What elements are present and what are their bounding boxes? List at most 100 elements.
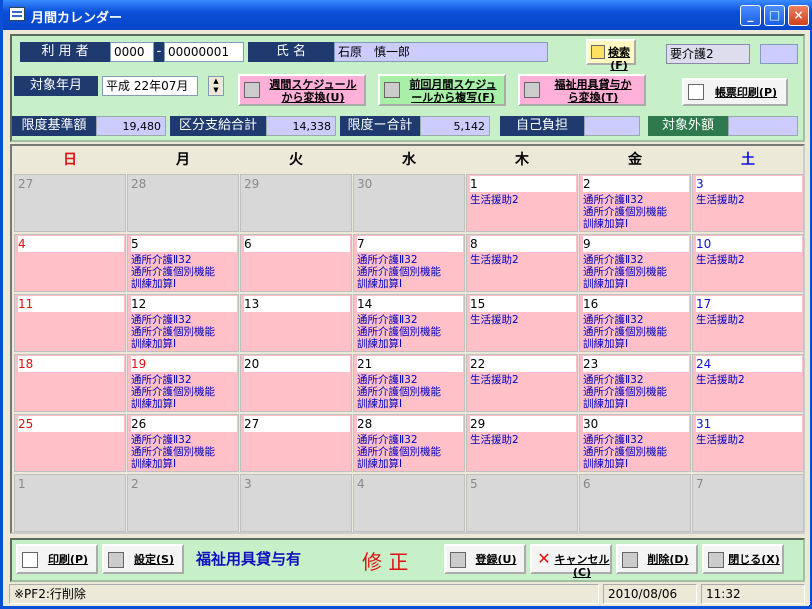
day-number: 30 [357, 176, 463, 192]
calendar-day-cell[interactable]: 3 [240, 474, 352, 532]
calendar-day-cell[interactable]: 18 [14, 354, 126, 412]
calendar-day-cell[interactable]: 20 [240, 354, 352, 412]
service-entries: 通所介護Ⅱ32 通所介護個別機能 訓練加算Ⅰ [357, 374, 463, 410]
day-number: 21 [357, 356, 463, 372]
calendar-day-cell[interactable]: 6 [240, 234, 352, 292]
calendar-day-cell[interactable]: 2 [127, 474, 239, 532]
calendar-day-cell[interactable]: 12 通所介護Ⅱ32 通所介護個別機能 訓練加算Ⅰ [127, 294, 239, 352]
service-entries: 通所介護Ⅱ32 通所介護個別機能 訓練加算Ⅰ [583, 314, 689, 350]
service-entry: 訓練加算Ⅰ [583, 278, 629, 290]
print-button[interactable]: 印刷(P) [16, 544, 98, 574]
calendar-day-cell[interactable]: 27 [240, 414, 352, 472]
search-button[interactable]: 検索(F) [586, 39, 636, 72]
calendar-day-cell[interactable]: 27 [14, 174, 126, 232]
service-entry: 通所介護Ⅱ32 [583, 374, 644, 386]
calendar-day-cell[interactable]: 10 生活援助2 [692, 234, 804, 292]
target-month-label: 対象年月 [14, 76, 98, 96]
month-spinner[interactable]: ▲ ▼ [208, 76, 224, 96]
calendar-day-cell[interactable]: 6 [579, 474, 691, 532]
excluded-value [728, 116, 798, 136]
convert-weekly-schedule-button[interactable]: 週間スケジュール から変換(U) [238, 74, 366, 106]
service-entries: 通所介護Ⅱ32 通所介護個別機能 訓練加算Ⅰ [357, 254, 463, 290]
calendar-day-cell[interactable]: 1 [14, 474, 126, 532]
service-entries: 通所介護Ⅱ32 通所介護個別機能 訓練加算Ⅰ [131, 374, 237, 410]
user-code2-field[interactable]: 00000001 [164, 42, 244, 62]
printer-icon [108, 552, 124, 568]
cancel-button[interactable]: ✕ キャンセル(C) [530, 544, 612, 579]
calendar-day-cell[interactable]: 1 生活援助2 [466, 174, 578, 232]
weekday-header: 土 [741, 152, 755, 168]
document-icon [688, 84, 704, 100]
calendar-day-cell[interactable]: 4 [14, 234, 126, 292]
calendar-day-cell[interactable]: 2 通所介護Ⅱ32 通所介護個別機能 訓練加算Ⅰ [579, 174, 691, 232]
window-title: 月間カレンダー [31, 11, 123, 26]
day-number: 12 [131, 296, 237, 312]
delete-button[interactable]: 削除(D) [616, 544, 698, 574]
service-entry: 通所介護個別機能 [583, 446, 667, 458]
service-entry: 通所介護Ⅱ32 [583, 314, 644, 326]
service-entry: 通所介護Ⅱ32 [357, 434, 418, 446]
day-number: 3 [244, 476, 350, 492]
calendar-day-cell[interactable]: 5 通所介護Ⅱ32 通所介護個別機能 訓練加算Ⅰ [127, 234, 239, 292]
calendar-day-cell[interactable]: 4 [353, 474, 465, 532]
day-number: 16 [583, 296, 689, 312]
calendar-day-cell[interactable]: 9 通所介護Ⅱ32 通所介護個別機能 訓練加算Ⅰ [579, 234, 691, 292]
user-code1-field[interactable]: 0000 [110, 42, 154, 62]
calendar-day-cell[interactable]: 22 生活援助2 [466, 354, 578, 412]
calendar-day-cell[interactable]: 14 通所介護Ⅱ32 通所介護個別機能 訓練加算Ⅰ [353, 294, 465, 352]
close-window-button[interactable]: × [788, 5, 809, 26]
service-entries: 生活援助2 [470, 194, 576, 206]
maximize-button[interactable]: □ [764, 5, 785, 26]
calendar-day-cell[interactable]: 29 生活援助2 [466, 414, 578, 472]
calendar-day-cell[interactable]: 5 [466, 474, 578, 532]
day-number: 9 [583, 236, 689, 252]
calendar-day-cell[interactable]: 19 通所介護Ⅱ32 通所介護個別機能 訓練加算Ⅰ [127, 354, 239, 412]
header-panel: 利 用 者 0000 - 00000001 氏 名 石原 慎一郎 検索(F) 要… [10, 34, 805, 142]
service-entry: 訓練加算Ⅰ [131, 398, 177, 410]
name-label: 氏 名 [248, 42, 334, 62]
calendar-day-cell[interactable]: 23 通所介護Ⅱ32 通所介護個別機能 訓練加算Ⅰ [579, 354, 691, 412]
service-entries: 通所介護Ⅱ32 通所介護個別機能 訓練加算Ⅰ [131, 314, 237, 350]
calendar-day-cell[interactable]: 26 通所介護Ⅱ32 通所介護個別機能 訓練加算Ⅰ [127, 414, 239, 472]
calendar-day-cell[interactable]: 28 通所介護Ⅱ32 通所介護個別機能 訓練加算Ⅰ [353, 414, 465, 472]
calendar-day-cell[interactable]: 8 生活援助2 [466, 234, 578, 292]
calendar-day-cell[interactable]: 7 通所介護Ⅱ32 通所介護個別機能 訓練加算Ⅰ [353, 234, 465, 292]
service-entry: 生活援助2 [696, 194, 745, 206]
service-entry: 生活援助2 [470, 314, 519, 326]
calendar-day-cell[interactable]: 31 生活援助2 [692, 414, 804, 472]
service-entry: 訓練加算Ⅰ [357, 278, 403, 290]
calendar-day-cell[interactable]: 13 [240, 294, 352, 352]
calendar-day-cell[interactable]: 7 [692, 474, 804, 532]
weekday-header: 日 [63, 152, 77, 168]
calendar-day-cell[interactable]: 3 生活援助2 [692, 174, 804, 232]
calendar-day-cell[interactable]: 21 通所介護Ⅱ32 通所介護個別機能 訓練加算Ⅰ [353, 354, 465, 412]
minimize-button[interactable]: _ [740, 5, 761, 26]
calendar-day-cell[interactable]: 29 [240, 174, 352, 232]
calendar-day-cell[interactable]: 17 生活援助2 [692, 294, 804, 352]
service-entries: 通所介護Ⅱ32 通所介護個別機能 訓練加算Ⅰ [131, 254, 237, 290]
calendar-day-cell[interactable]: 11 [14, 294, 126, 352]
calendar-day-cell[interactable]: 30 [353, 174, 465, 232]
service-entries: 生活援助2 [696, 194, 802, 206]
register-button[interactable]: 登録(U) [444, 544, 526, 574]
copy-previous-month-button[interactable]: 前回月間スケジュ ールから複写(F) [378, 74, 506, 106]
service-entry: 通所介護Ⅱ32 [131, 314, 192, 326]
calendar-day-cell[interactable]: 15 生活援助2 [466, 294, 578, 352]
service-entries: 通所介護Ⅱ32 通所介護個別機能 訓練加算Ⅰ [357, 314, 463, 350]
report-print-button[interactable]: 帳票印刷(P) [682, 78, 788, 106]
convert-welfare-rental-button[interactable]: 福祉用具貸与か ら変換(T) [518, 74, 646, 106]
close-button[interactable]: 閉じる(X) [702, 544, 784, 574]
calendar-day-cell[interactable]: 16 通所介護Ⅱ32 通所介護個別機能 訓練加算Ⅰ [579, 294, 691, 352]
exit-door-icon [708, 552, 724, 568]
calendar-day-cell[interactable]: 24 生活援助2 [692, 354, 804, 412]
limit-total-value: 5,142 [420, 116, 490, 136]
day-number: 4 [18, 236, 124, 252]
target-month-field[interactable]: 平成 22年07月 [102, 76, 198, 96]
convert-icon [524, 82, 540, 98]
service-entry: 訓練加算Ⅰ [583, 458, 629, 470]
settings-button[interactable]: 設定(S) [102, 544, 184, 574]
day-number: 2 [583, 176, 689, 192]
calendar-day-cell[interactable]: 28 [127, 174, 239, 232]
calendar-day-cell[interactable]: 30 通所介護Ⅱ32 通所介護個別機能 訓練加算Ⅰ [579, 414, 691, 472]
calendar-day-cell[interactable]: 25 [14, 414, 126, 472]
